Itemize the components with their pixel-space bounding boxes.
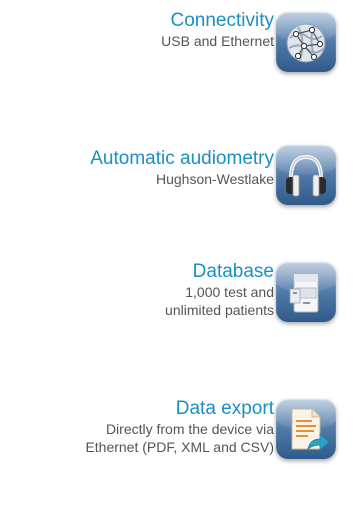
feature-text: Data export Directly from the device via… [85, 398, 274, 456]
feature-title: Database [192, 261, 274, 282]
feature-text: Automatic audiometry Hughson-Westlake [90, 148, 274, 188]
feature-title: Data export [175, 398, 274, 419]
feature-text: Connectivity USB and Ethernet [161, 10, 274, 50]
feature-subtitle: Hughson-Westlake [155, 171, 274, 187]
feature-subtitle: 1,000 test and [185, 284, 274, 300]
globe-network-icon [276, 12, 336, 72]
feature-subtitle: USB and Ethernet [161, 33, 274, 49]
feature-title: Automatic audiometry [90, 148, 274, 169]
feature-subtitle: unlimited patients [165, 302, 274, 318]
feature-subtitle: Directly from the device via [105, 421, 274, 437]
feature-subtitle: Ethernet (PDF, XML and CSV) [85, 439, 274, 455]
feature-title: Connectivity [170, 10, 275, 31]
feature-text: Database 1,000 test and unlimited patien… [165, 261, 274, 319]
filing-cabinet-icon [276, 262, 336, 322]
document-export-icon [276, 399, 336, 459]
headphones-icon [276, 145, 336, 205]
